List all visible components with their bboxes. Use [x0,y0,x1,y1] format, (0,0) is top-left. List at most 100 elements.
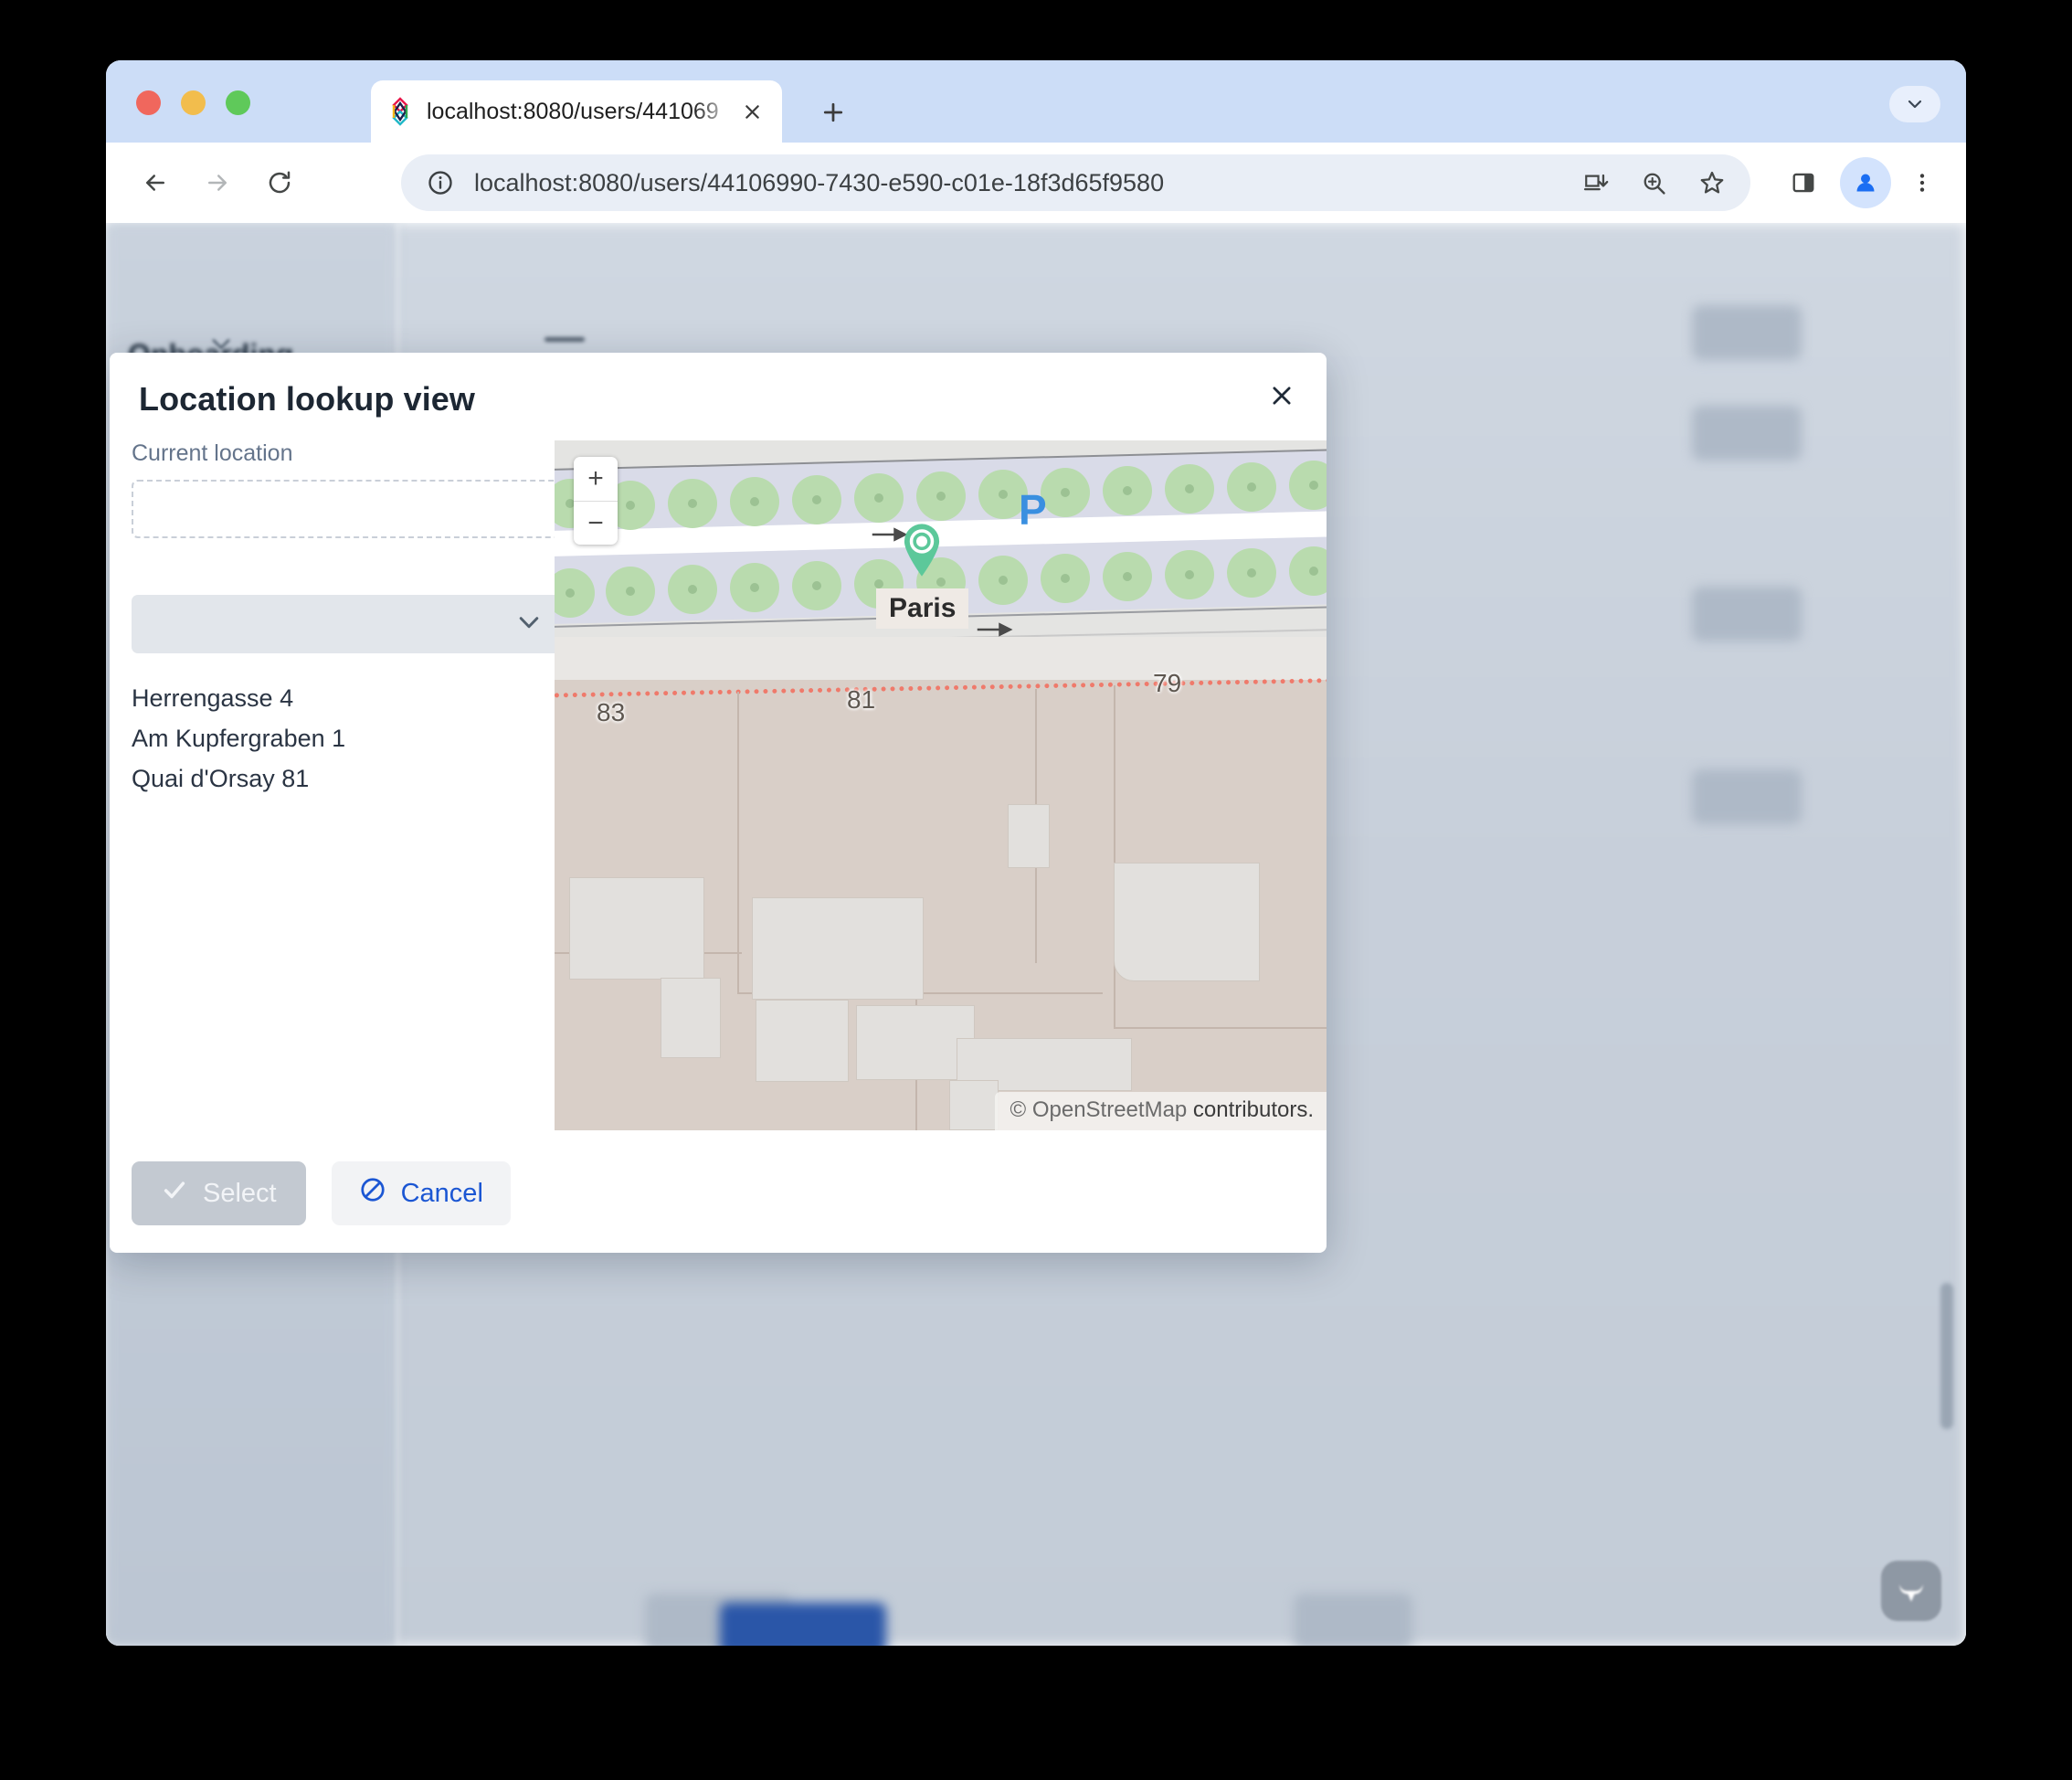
zoom-in-button[interactable]: + [574,457,618,501]
chevron-down-icon [515,609,543,641]
list-item[interactable]: Am Kupfergraben 1 [132,719,561,759]
parking-symbol: P [1019,485,1047,535]
current-location-dropzone[interactable] [132,480,561,538]
bookmark-star-icon[interactable] [1683,154,1750,211]
browser-toolbar: localhost:8080/users/44106990-7430-e590-… [106,143,1966,223]
map-tree-icon [1103,466,1152,515]
map-tree-icon [1041,468,1090,517]
map-tree-icon [730,477,779,526]
cancel-button-label: Cancel [401,1179,483,1209]
location-lookup-modal: Location lookup view Current location [110,353,1327,1253]
modal-body: Current location Herrengasse 4 [110,440,1327,1253]
map-building [756,1000,849,1082]
maximize-window-button[interactable] [226,90,250,115]
cancel-button[interactable]: Cancel [332,1161,511,1225]
map-plot-line [737,692,739,993]
close-icon[interactable] [1261,375,1303,417]
check-icon [161,1176,188,1211]
list-item[interactable]: Quai d'Orsay 81 [132,759,561,800]
close-icon[interactable] [736,96,767,127]
chevron-down-icon[interactable] [1889,86,1940,122]
map-tree-icon [1165,464,1214,514]
map-tree-icon [792,561,841,610]
select-button-label: Select [203,1179,277,1209]
current-location-label: Current location [132,440,561,467]
map-building [752,897,924,1000]
app-panel-block [1294,1594,1412,1646]
zoom-icon[interactable] [1624,154,1683,211]
map-plot-line [1114,685,1115,1028]
diamond-logo-icon [386,97,415,126]
map-plot-line [1114,1027,1327,1029]
map-tree-icon [1103,552,1152,601]
toolbar-actions [1557,154,1946,211]
map-tree-icon [668,565,717,614]
address-list: Herrengasse 4 Am Kupfergraben 1 Quai d'O… [132,679,561,800]
map-tree-icon [606,567,655,616]
app-panel-block [1692,305,1802,360]
zoom-out-button[interactable]: − [574,501,618,545]
plus-icon[interactable] [814,93,852,132]
browser-tab[interactable]: localhost:8080/users/441069 [371,80,782,143]
minimize-window-button[interactable] [181,90,206,115]
bull-logo-icon[interactable] [1881,1561,1941,1621]
app-primary-button[interactable] [720,1603,886,1646]
tab-strip: localhost:8080/users/441069 [106,60,1966,143]
app-panel-block [1692,406,1802,461]
map-house-number: 79 [1153,669,1181,698]
reload-icon[interactable] [258,161,301,205]
page-viewport: Onboarding Location lookup view [106,223,1966,1646]
address-bar[interactable]: localhost:8080/users/44106990-7430-e590-… [401,154,1697,211]
map-tree-icon [1227,462,1276,512]
map-building [1008,804,1050,868]
map-tree-icon [668,479,717,528]
map-tree-icon [1227,548,1276,598]
select-button[interactable]: Select [132,1161,306,1225]
attribution-source[interactable]: OpenStreetMap [1032,1097,1187,1122]
location-select[interactable] [132,595,561,653]
map-tree-icon [978,556,1028,605]
address-bar-url: localhost:8080/users/44106990-7430-e590-… [474,169,1164,197]
map-building [569,877,704,980]
app-panel-block [1692,587,1802,641]
map-attribution: © OpenStreetMap contributors. [995,1092,1327,1130]
map-zoom-controls: + − [574,457,618,545]
map-tree-icon [1041,554,1090,603]
modal-left-column: Current location Herrengasse 4 [132,440,561,800]
kebab-menu-icon[interactable] [1898,154,1946,211]
map-house-number: 81 [847,685,875,715]
modal-title: Location lookup view [139,380,475,419]
attribution-suffix: contributors. [1187,1097,1314,1122]
map-marker-label: Paris [876,588,968,629]
side-panel-icon[interactable] [1774,154,1833,211]
install-app-icon[interactable] [1557,154,1624,211]
tab-title: localhost:8080/users/441069 [427,99,736,125]
close-window-button[interactable] [136,90,161,115]
location-pin-icon [902,566,942,581]
back-arrow-icon[interactable] [133,161,177,205]
attribution-copyright: © [1010,1097,1031,1122]
minus-icon[interactable] [544,337,585,342]
map-tree-icon [854,473,904,523]
map-tree-icon [792,475,841,524]
map-house-number: 83 [597,698,625,727]
modal-footer: Select Cancel [132,1161,511,1225]
forward-arrow-icon[interactable] [196,161,239,205]
map-building [949,1080,999,1130]
window-traffic-lights [136,90,250,115]
map-marker[interactable]: Paris [902,523,942,582]
list-item[interactable]: Herrengasse 4 [132,679,561,719]
scrollbar-thumb[interactable] [1940,1283,1953,1429]
browser-window: localhost:8080/users/441069 [106,60,1966,1646]
app-panel-block [1692,769,1802,824]
map-tree-icon [1165,550,1214,599]
map-tree-icon [730,563,779,612]
map-street-strip [555,637,1327,683]
profile-avatar-icon[interactable] [1840,157,1891,208]
map-building [1114,863,1260,981]
info-circle-icon[interactable] [423,165,458,200]
map-building [661,978,721,1058]
ban-circle-icon [359,1176,386,1211]
map-tree-icon [916,471,966,521]
map-canvas[interactable]: P [555,440,1327,1130]
